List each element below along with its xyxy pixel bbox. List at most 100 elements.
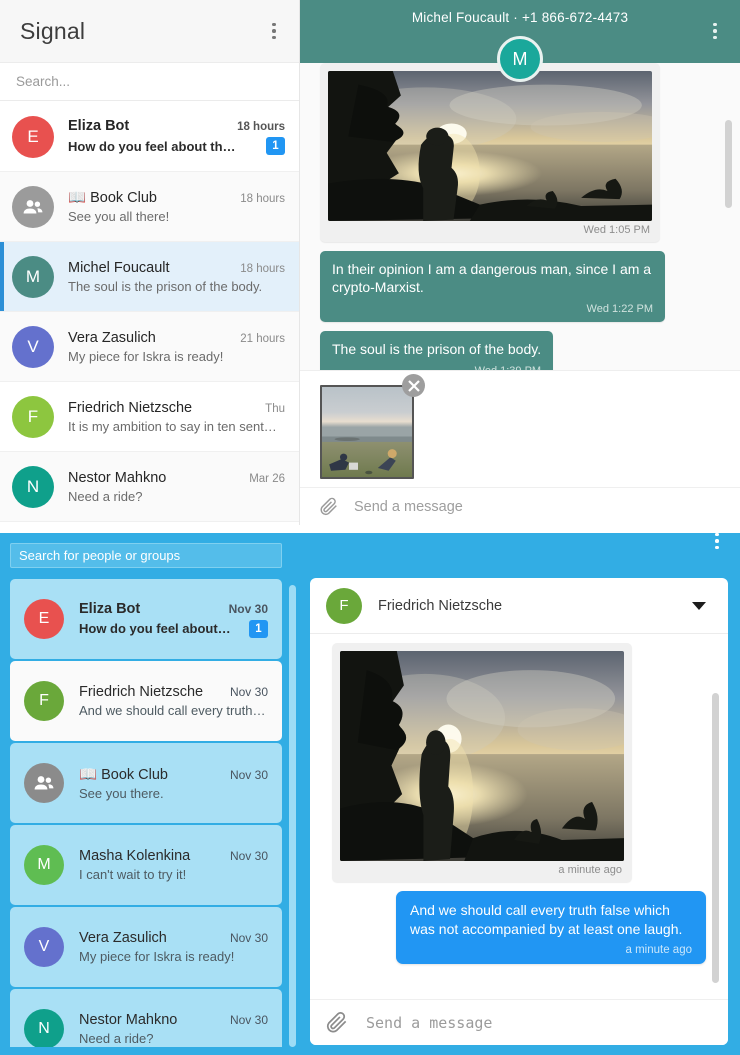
conversation-item-body: Eliza Bot 18 hours How do you feel about t… — [68, 118, 285, 155]
compose-placeholder: Send a message — [366, 1013, 493, 1032]
text-message[interactable]: And we should call every truth false whi… — [396, 891, 706, 965]
conversation-list-item[interactable]: F Friedrich Nietzsche Thu It is my ambition… — [0, 382, 299, 452]
conversation-timestamp: Nov 30 — [229, 1013, 268, 1027]
conversation-list-item[interactable]: N Nestor Mahkno Mar 26 Need a ride? — [0, 452, 299, 522]
sidebar-scrollbar[interactable] — [289, 585, 296, 1047]
conversation-list-item[interactable]: E Eliza Bot 18 hours How do you feel about … — [0, 102, 299, 172]
sunset-silhouette-photo-bot-msgs — [340, 651, 624, 861]
conversation-list-item[interactable]: M Michel Foucault 18 hours The soul is the … — [0, 242, 299, 312]
search-input[interactable]: Search for people or groups — [10, 543, 282, 568]
chevron-down-icon[interactable] — [692, 601, 706, 610]
avatar: F — [12, 395, 54, 438]
avatar-letter: F — [339, 597, 349, 614]
text-message[interactable]: In their opinion I am a dangerous man, s… — [320, 251, 665, 323]
conversation-item-body: Michel Foucault 18 hours The soul is the p… — [68, 260, 285, 294]
sunset-silhouette-photo-top-msgs — [328, 71, 652, 221]
attachment-image — [320, 385, 414, 479]
avatar: N — [12, 465, 54, 508]
compose-placeholder: Send a message — [354, 498, 463, 515]
conversation-timestamp: Nov 30 — [229, 685, 268, 699]
conversation-snippet: The soul is the prison of the body. — [68, 278, 263, 294]
messages-scrollbar[interactable] — [725, 120, 732, 208]
signal-mobile-window: Search for people or groups E Eliza Bot No… — [0, 533, 740, 1055]
conversation-timestamp: 21 hours — [240, 332, 285, 345]
conversation-item-body: 📖 Book Club 18 hours See you all there! — [68, 189, 285, 224]
conversation-snippet: How do you feel about… — [79, 621, 231, 636]
paperclip-icon[interactable] — [318, 496, 340, 518]
conversation-item-header: Vera Zasulich Nov 30 — [79, 930, 268, 946]
conversation-list-item[interactable]: 📖 Book Club Nov 30 See you there. — [10, 743, 282, 823]
top-conversation-pane: Michel Foucault · +1 866-672-4473 M Wed … — [300, 0, 740, 525]
message-list[interactable]: a minute ago And we should call every tru… — [310, 635, 728, 999]
search-input[interactable]: Search... — [0, 63, 299, 101]
avatar — [24, 763, 64, 803]
conversation-item-header: Eliza Bot 18 hours — [68, 118, 285, 134]
conversation-list-item[interactable]: N Nestor Mahkno Nov 30 Need a ride? — [10, 989, 282, 1047]
conversation-item-body: Masha Kolenkina Nov 30 I can't wait to try… — [79, 848, 268, 882]
conversation-list-item[interactable]: 📖 Book Club 18 hours See you all there! — [0, 172, 299, 242]
conversation-item-header: 📖 Book Club Nov 30 — [79, 766, 268, 783]
kebab-menu-icon[interactable] — [265, 20, 283, 42]
attachment-preview-area — [300, 370, 740, 487]
avatar-letter: V — [38, 938, 50, 955]
avatar: E — [12, 115, 54, 158]
conversation-item-header: Friedrich Nietzsche Nov 30 — [79, 684, 268, 700]
conversation-item-header: Friedrich Nietzsche Thu — [68, 400, 285, 416]
conversation-list-item[interactable]: V Vera Zasulich Nov 30 My piece for Iskra i… — [10, 907, 282, 987]
app-title: Signal — [20, 17, 86, 44]
message-list[interactable]: Wed 1:05 PM In their opinion I am a dange… — [300, 63, 740, 370]
conversation-item-preview: My piece for Iskra is ready! — [68, 349, 285, 364]
conversation-item-body: Vera Zasulich Nov 30 My piece for Iskra is… — [79, 930, 268, 964]
conversation-header: F Friedrich Nietzsche — [310, 578, 728, 634]
attachment-thumbnail[interactable] — [320, 374, 425, 479]
conversation-name: Nestor Mahkno — [68, 469, 167, 486]
conversation-list[interactable]: E Eliza Bot 18 hours How do you feel about … — [0, 102, 299, 525]
image-message[interactable]: Wed 1:05 PM — [320, 63, 660, 242]
conversation-list-item[interactable]: V Vera Zasulich 21 hours My piece for Iskra… — [0, 312, 299, 382]
conversation-list[interactable]: E Eliza Bot Nov 30 How do you feel about… 1 F… — [10, 579, 282, 1047]
sidebar-header: Signal — [0, 0, 299, 63]
avatar: E — [24, 599, 64, 639]
conversation-item-preview: Need a ride? — [79, 1031, 268, 1046]
conversation-snippet: I can't wait to try it! — [79, 867, 187, 882]
message-compose-bar[interactable]: Send a message — [310, 999, 728, 1045]
conversation-item-header: Nestor Mahkno Nov 30 — [79, 1012, 268, 1028]
conversation-name: Friedrich Nietzsche — [68, 399, 193, 416]
app-root: Signal Search... E Eliza Bot 18 hours How d… — [0, 0, 740, 1055]
conversation-timestamp: Nov 30 — [229, 849, 268, 863]
conversation-item-preview: See you all there! — [68, 209, 285, 224]
avatar-letter: E — [27, 126, 39, 146]
conversation-item-preview: See you there. — [79, 786, 268, 801]
avatar: N — [24, 1009, 64, 1047]
conversation-item-body: Nestor Mahkno Nov 30 Need a ride? — [79, 1012, 268, 1046]
avatar: M — [24, 845, 64, 885]
messages-scrollbar[interactable] — [712, 693, 719, 983]
conversation-timestamp: Nov 30 — [228, 601, 268, 616]
text-message[interactable]: The soul is the prison of the body.Wed 1… — [320, 331, 554, 370]
avatar-letter: F — [27, 406, 39, 426]
message-compose-bar[interactable]: Send a message — [300, 487, 740, 525]
image-message[interactable]: a minute ago — [332, 643, 632, 882]
message-row: Wed 1:05 PM — [300, 63, 740, 242]
conversation-name: Friedrich Nietzsche — [79, 684, 204, 700]
kebab-menu-icon[interactable] — [708, 533, 726, 552]
message-timestamp: Wed 1:05 PM — [583, 224, 650, 236]
search-placeholder: Search... — [16, 74, 71, 89]
conversation-title: Michel Foucault · +1 866-672-4473 — [411, 10, 629, 25]
conversation-list-item[interactable]: M Masha Kolenkina Nov 30 I can't wait to tr… — [10, 825, 282, 905]
conversation-item-body: 📖 Book Club Nov 30 See you there. — [79, 766, 268, 801]
close-icon[interactable] — [402, 374, 425, 397]
unread-badge: 1 — [266, 137, 285, 155]
signal-desktop-window: Signal Search... E Eliza Bot 18 hours How d… — [0, 0, 740, 525]
conversation-list-item[interactable]: F Friedrich Nietzsche Nov 30 And we should … — [10, 661, 282, 741]
conversation-item-preview: My piece for Iskra is ready! — [79, 949, 268, 964]
paperclip-icon[interactable] — [324, 1010, 350, 1036]
conversation-item-header: Masha Kolenkina Nov 30 — [79, 848, 268, 864]
avatar-letter: N — [38, 1020, 50, 1037]
conversation-item-preview: How do you feel about th… 1 — [68, 137, 285, 155]
conversation-list-item[interactable]: E Eliza Bot Nov 30 How do you feel about… 1 — [10, 579, 282, 659]
conversation-name: Eliza Bot — [79, 600, 141, 617]
message-row: And we should call every truth false whi… — [310, 891, 728, 965]
kebab-menu-icon[interactable] — [706, 20, 724, 42]
conversation-name: Vera Zasulich — [79, 930, 167, 946]
